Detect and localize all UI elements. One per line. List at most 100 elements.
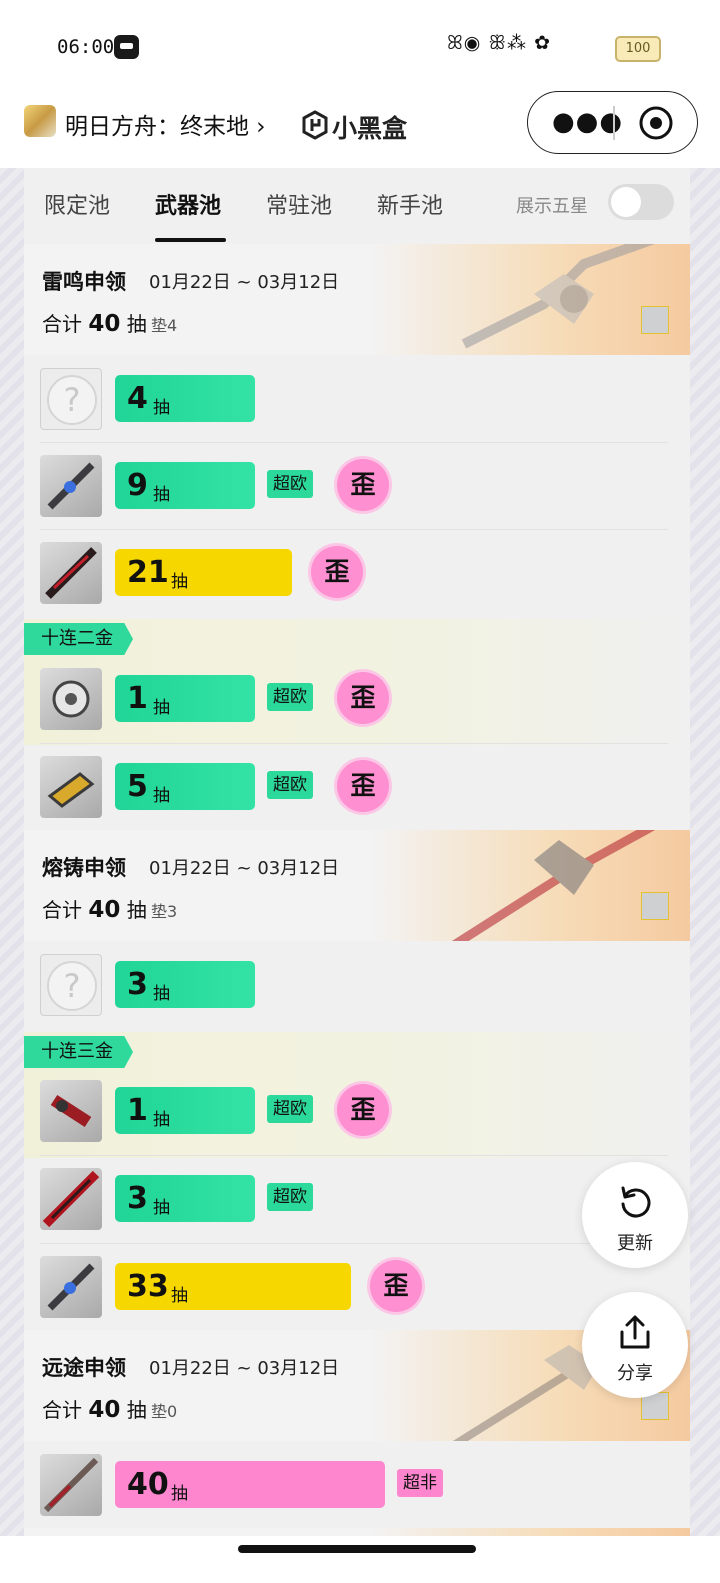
- pull-row[interactable]: 21 抽 歪: [24, 529, 690, 616]
- pool-total: 合计 40 抽: [42, 1394, 147, 1423]
- close-target-icon[interactable]: [638, 105, 674, 141]
- share-icon: [620, 1315, 650, 1349]
- left-background-strip: [0, 168, 24, 1536]
- weapon-avatar: [40, 756, 102, 818]
- pool-total-prefix: 合计: [42, 898, 82, 922]
- pull-count-bar: 3抽: [115, 1175, 255, 1222]
- cannon-icon: [50, 1094, 92, 1128]
- svg-text:?: ?: [64, 381, 81, 419]
- pull-count-bar: 21 抽: [115, 549, 292, 596]
- brand-name: 小黑盒: [332, 114, 408, 143]
- weapon-avatar: [40, 668, 102, 730]
- pull-count-bar: 4抽: [115, 375, 255, 422]
- mini-program-capsule: ●●●: [527, 91, 698, 154]
- pull-count-bar: 1抽: [115, 675, 255, 722]
- battery-icon: 100: [615, 36, 661, 62]
- sword-icon: [45, 547, 97, 599]
- off-banner-badge: 歪: [370, 1260, 422, 1312]
- pull-count: 40: [127, 1467, 169, 1502]
- pool-weapon-thumb[interactable]: [641, 892, 669, 920]
- pool-name: 远途申领: [42, 1356, 126, 1380]
- app-logo: [24, 105, 56, 137]
- pool-date: 01月22日 ~ 03月12日: [149, 1358, 340, 1379]
- pool-header: 雷鸣申领 01月22日 ~ 03月12日 合计 40 抽 垫4: [24, 244, 690, 355]
- pull-count-bar: 5抽: [115, 763, 255, 810]
- off-banner-badge: 歪: [337, 1084, 389, 1136]
- tab-limited[interactable]: 限定池: [44, 188, 110, 220]
- pool-header-partial: [24, 1528, 690, 1536]
- pool-total-unit: 抽: [126, 312, 147, 336]
- super-lucky-tag: 超欧: [267, 1183, 313, 1211]
- super-lucky-tag: 超欧: [267, 683, 313, 711]
- tab-standard[interactable]: 常驻池: [266, 188, 332, 220]
- tab-beginner[interactable]: 新手池: [377, 188, 443, 220]
- pull-count-bar: 9抽: [115, 462, 255, 509]
- pool-date: 01月22日 ~ 03月12日: [149, 272, 340, 293]
- pull-count: 5: [127, 769, 148, 804]
- pull-unit: 抽: [153, 984, 170, 1004]
- tab-weapon[interactable]: 武器池: [155, 188, 221, 220]
- share-button[interactable]: 分享: [582, 1292, 688, 1398]
- pull-unit: 抽: [153, 398, 170, 418]
- sword-icon: [47, 462, 95, 510]
- pool-total: 合计 40 抽: [42, 894, 147, 923]
- super-unlucky-tag: 超非: [397, 1469, 443, 1497]
- pull-count: 9: [127, 468, 148, 503]
- pool-pad: 垫4: [151, 316, 178, 335]
- pool-weapon-thumb[interactable]: [641, 306, 669, 334]
- off-banner-badge: 歪: [337, 760, 389, 812]
- pull-row[interactable]: 1抽 超欧 歪: [24, 655, 690, 742]
- weapon-avatar: [40, 1080, 102, 1142]
- pull-unit: 抽: [171, 1484, 188, 1504]
- pull-unit: 抽: [153, 485, 170, 505]
- pull-row[interactable]: ? 4抽: [24, 355, 690, 442]
- pull-count: 33: [127, 1269, 169, 1304]
- weapon-avatar: [40, 1256, 102, 1318]
- toggle-knob: [611, 187, 641, 217]
- pull-count: 1: [127, 1093, 148, 1128]
- pool-name: 雷鸣申领: [42, 270, 126, 294]
- weapon-avatar: [40, 542, 102, 604]
- pull-row[interactable]: 9抽 超欧 歪: [24, 442, 690, 529]
- home-indicator[interactable]: [238, 1545, 476, 1553]
- sword-icon: [42, 1170, 100, 1228]
- pull-row[interactable]: 5抽 超欧 歪: [24, 743, 690, 830]
- pull-row[interactable]: 40 抽 超非: [24, 1441, 690, 1528]
- pull-count-bar: 3抽: [115, 961, 255, 1008]
- gun-icon: [47, 772, 95, 808]
- status-time: 06:00: [57, 36, 115, 58]
- refresh-icon: [621, 1186, 651, 1218]
- pull-row[interactable]: ? 3抽: [24, 941, 690, 1028]
- refresh-label: 更新: [617, 1233, 653, 1254]
- status-bar: 06:00 ꕤ◉ ꕥ⁂ ✿ 100: [0, 0, 720, 92]
- pool-total-prefix: 合计: [42, 312, 82, 336]
- pool-total-count: 40: [88, 311, 121, 337]
- refresh-button[interactable]: 更新: [582, 1162, 688, 1268]
- pool-total-prefix: 合计: [42, 1398, 82, 1422]
- app-title-link[interactable]: 明日方舟：终末地 ›: [65, 107, 266, 141]
- show-five-star-toggle[interactable]: [608, 184, 674, 220]
- pull-count: 1: [127, 681, 148, 716]
- sword-icon: [43, 1457, 99, 1513]
- status-icons: ꕤ◉ ꕥ⁂ ✿: [447, 32, 552, 54]
- super-lucky-tag: 超欧: [267, 771, 313, 799]
- share-label: 分享: [617, 1363, 653, 1384]
- xiaoheihe-logo-icon: [302, 110, 328, 140]
- pull-unit: 抽: [171, 572, 188, 592]
- right-background-strip: [690, 168, 720, 1536]
- unknown-weapon-avatar: ?: [40, 368, 102, 430]
- off-banner-badge: 歪: [311, 546, 363, 598]
- off-banner-badge: 歪: [337, 672, 389, 724]
- pool-total-count: 40: [88, 897, 121, 923]
- pool-total-count: 40: [88, 1397, 121, 1423]
- app-notification-icon: [114, 35, 139, 59]
- pull-unit: 抽: [171, 1286, 188, 1306]
- pull-count-bar: 40 抽: [115, 1461, 385, 1508]
- weapon-art-image: [451, 830, 656, 941]
- question-mark-icon: ?: [47, 375, 97, 425]
- pool-pad: 垫3: [151, 902, 178, 921]
- off-banner-badge: 歪: [337, 459, 389, 511]
- ten-pull-ribbon: 十连二金: [24, 623, 133, 655]
- pull-row[interactable]: 1抽 超欧 歪: [24, 1067, 690, 1154]
- pool-total-unit: 抽: [126, 1398, 147, 1422]
